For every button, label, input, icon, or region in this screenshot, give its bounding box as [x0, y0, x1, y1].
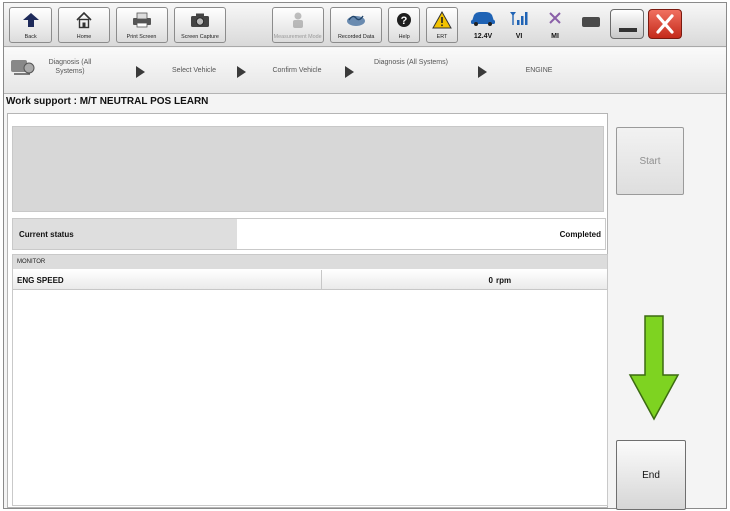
print-screen-label: Print Screen [127, 34, 157, 40]
breadcrumb-confirm-vehicle[interactable]: Confirm Vehicle [252, 66, 342, 75]
monitor-item-unit: rpm [496, 276, 512, 285]
vi-indicator: VI [500, 7, 538, 43]
vi-label: VI [515, 33, 523, 40]
minimize-icon [619, 28, 637, 32]
screen-capture-label: Screen Capture [181, 34, 219, 40]
monitor-item-name: ENG SPEED [17, 276, 64, 285]
help-button[interactable]: ? Help [388, 7, 420, 43]
help-icon: ? [393, 11, 415, 29]
svg-text:?: ? [401, 15, 408, 27]
disconnected-icon [547, 10, 563, 31]
current-status-label: Current status [13, 219, 237, 249]
mi-label: MI [551, 33, 559, 40]
voltage-indicator: 12.4V [464, 7, 502, 43]
start-button[interactable]: Start [616, 127, 684, 195]
current-status-row: Current status Completed [12, 218, 606, 250]
column-divider [607, 270, 608, 290]
breadcrumb-arrow-icon [136, 66, 145, 78]
table-row[interactable]: ENG SPEED 0 rpm [13, 270, 608, 290]
page-title: Work support : M/T NEUTRAL POS LEARN [6, 96, 209, 107]
breadcrumb-engine[interactable]: ENGINE [504, 66, 574, 75]
help-label: Help [398, 34, 410, 40]
current-status-value: Completed [559, 230, 601, 239]
mi-indicator: MI [536, 7, 574, 43]
breadcrumb: Diagnosis (All Systems) Select Vehicle C… [4, 48, 726, 94]
signal-icon [508, 10, 530, 31]
monitor-item-value: 0 [488, 276, 493, 285]
minimize-button[interactable] [610, 9, 644, 39]
breadcrumb-select-vehicle[interactable]: Select Vehicle [154, 66, 234, 75]
breadcrumb-diagnosis-all-2[interactable]: Diagnosis (All Systems) [370, 58, 452, 67]
recorded-data-icon [345, 11, 367, 29]
camera-icon [189, 11, 211, 29]
recorded-data-button[interactable]: Recorded Data [330, 7, 382, 43]
warning-icon [431, 11, 453, 29]
measurement-mode-button[interactable]: Measurement Mode [272, 7, 324, 43]
battery-icon [582, 17, 600, 27]
breadcrumb-arrow-icon [345, 66, 354, 78]
car-icon [469, 10, 497, 31]
ert-button[interactable]: ERT [426, 7, 458, 43]
end-button[interactable]: End [616, 440, 686, 510]
breadcrumb-diagnosis-all[interactable]: Diagnosis (All Systems) [40, 58, 100, 76]
breadcrumb-arrow-icon [237, 66, 246, 78]
message-box [12, 126, 604, 212]
screen-capture-button[interactable]: Screen Capture [174, 7, 226, 43]
back-button[interactable]: Back [9, 7, 52, 43]
ert-label: ERT [436, 34, 448, 40]
close-icon [656, 14, 674, 34]
measurement-icon [287, 11, 309, 29]
print-screen-button[interactable]: Print Screen [116, 7, 168, 43]
measurement-mode-label: Measurement Mode [273, 34, 323, 40]
monitor-header: MONITOR [13, 255, 607, 269]
breadcrumb-arrow-icon [478, 66, 487, 78]
recorded-data-label: Recorded Data [337, 34, 375, 40]
app-window: Back Home Print Screen Screen Capture Me… [3, 2, 727, 510]
home-button[interactable]: Home [58, 7, 110, 43]
diagnosis-icon [10, 54, 36, 83]
printer-icon [131, 11, 153, 29]
voltage-label: 12.4V [473, 33, 493, 40]
work-support-panel: Current status Completed MONITOR ENG SPE… [7, 113, 608, 508]
home-label: Home [76, 34, 92, 40]
toolbar: Back Home Print Screen Screen Capture Me… [4, 3, 726, 47]
back-arrow-icon [20, 11, 42, 29]
column-divider [321, 270, 322, 290]
home-icon [73, 11, 95, 29]
back-label: Back [24, 34, 37, 40]
monitor-table: MONITOR ENG SPEED 0 rpm [12, 254, 608, 506]
close-button[interactable] [648, 9, 682, 39]
green-arrow-down-icon [628, 315, 680, 421]
